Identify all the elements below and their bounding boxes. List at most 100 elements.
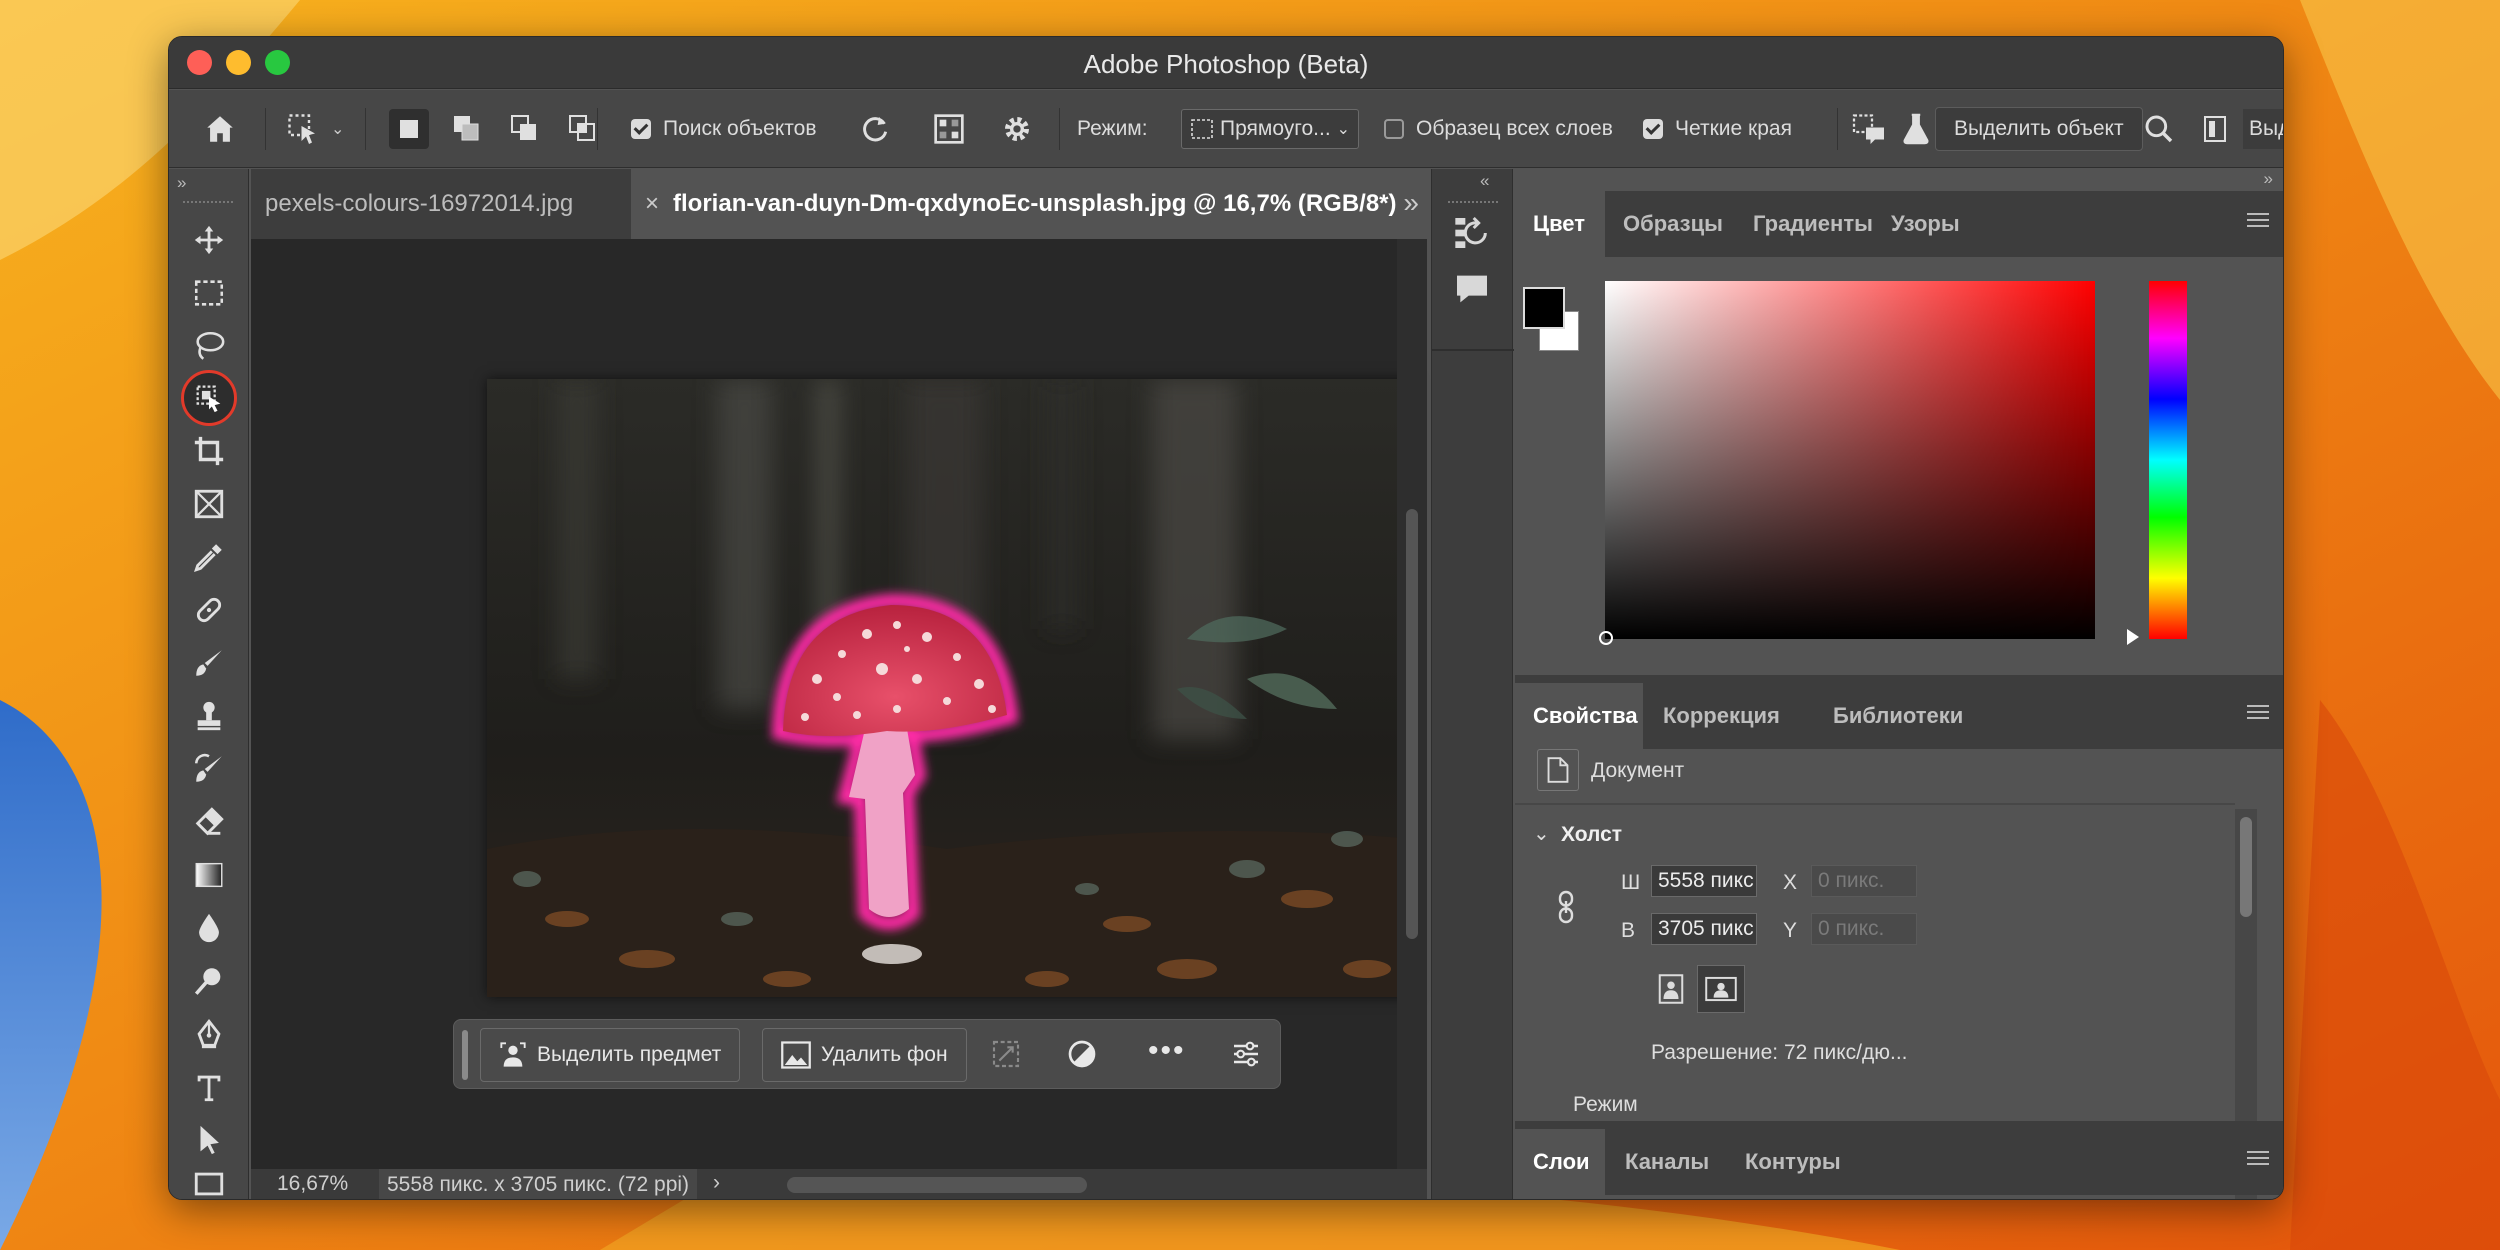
tab-layers[interactable]: Слои (1515, 1129, 1605, 1195)
add-selection-icon (454, 116, 479, 141)
hue-slider-arrow-icon[interactable] (2127, 629, 2139, 645)
healing-brush-tool[interactable] (179, 585, 239, 635)
tab-patterns[interactable]: Узоры (1873, 191, 1978, 257)
panel-menu-icon[interactable] (2247, 213, 2269, 231)
hue-slider[interactable] (2149, 281, 2187, 639)
scroll-thumb[interactable] (2240, 817, 2252, 917)
brush-tool[interactable] (179, 638, 239, 688)
height-label: В (1621, 919, 1636, 942)
marquee-tool[interactable] (179, 268, 239, 318)
remove-background-button[interactable]: Удалить фон (762, 1028, 967, 1082)
contextual-task-bar: Выделить предмет Удалить фон ••• (453, 1019, 1281, 1089)
tab-document-2[interactable]: × florian-van-duyn-Dm-qxdynoEc-unsplash.… (631, 169, 1427, 239)
portrait-orientation-button[interactable] (1651, 969, 1691, 1009)
tab-paths[interactable]: Контуры (1727, 1129, 1859, 1195)
eyedropper-tool[interactable] (179, 532, 239, 582)
scroll-thumb[interactable] (1406, 509, 1418, 939)
select-object-button[interactable]: Выделить объект (1935, 107, 2143, 151)
eraser-tool[interactable] (179, 797, 239, 847)
crop-tool[interactable] (179, 426, 239, 476)
drag-handle[interactable] (462, 1030, 468, 1080)
search-button[interactable] (2143, 90, 2175, 168)
sample-all-layers-toggle[interactable]: Образец всех слоев (1384, 90, 1613, 168)
show-all-objects-button[interactable] (933, 90, 965, 168)
beta-labs-button[interactable] (1899, 90, 1933, 168)
expand-panels-icon[interactable]: » (2264, 169, 2273, 189)
object-finder-toggle[interactable]: Поиск объектов (631, 90, 816, 168)
close-tab-icon[interactable]: × (645, 190, 659, 218)
foreground-color-swatch[interactable] (1523, 287, 1565, 329)
more-options-icon[interactable]: ••• (1148, 1034, 1186, 1068)
select-subject-label: Выделить предмет (537, 1043, 722, 1066)
collapse-tools-icon[interactable]: » (177, 173, 186, 193)
tab-color[interactable]: Цвет (1515, 191, 1605, 257)
tab-properties[interactable]: Свойства (1515, 683, 1643, 749)
comments-panel-button[interactable] (1452, 269, 1492, 314)
tab-adjustments[interactable]: Коррекция (1645, 683, 1798, 749)
document-image[interactable] (487, 379, 1415, 997)
transform-selection-icon[interactable] (990, 1038, 1022, 1075)
dodge-tool[interactable] (179, 956, 239, 1006)
object-selection-tool[interactable] (179, 370, 239, 426)
new-selection-button[interactable] (389, 109, 429, 149)
subtract-from-selection-button[interactable] (505, 109, 545, 149)
horizontal-scrollbar[interactable] (787, 1177, 1087, 1193)
sample-all-layers-checkbox[interactable] (1384, 119, 1404, 139)
mode-label: Режим: (1077, 117, 1148, 140)
invert-selection-icon[interactable] (1066, 1038, 1098, 1075)
feedback-button[interactable] (1851, 90, 1887, 168)
object-finder-checkbox[interactable] (631, 119, 651, 139)
panel-menu-icon[interactable] (2247, 705, 2269, 723)
hard-edge-checkbox[interactable] (1643, 119, 1663, 139)
pen-tool[interactable] (179, 1009, 239, 1059)
mushroom-photo (487, 379, 1415, 997)
workspace-button[interactable]: Выд (2203, 90, 2283, 168)
width-label: Ш (1621, 871, 1641, 894)
height-field[interactable]: 3705 пикс (1651, 913, 1757, 945)
search-icon (2145, 115, 2173, 143)
path-selection-tool[interactable] (179, 1115, 239, 1165)
rectangle-tool[interactable] (179, 1168, 239, 1199)
canvas-section-toggle[interactable]: ⌄ (1533, 821, 1550, 846)
history-panel-button[interactable] (1452, 213, 1492, 258)
home-button[interactable] (203, 90, 237, 168)
tab-channels[interactable]: Каналы (1607, 1129, 1727, 1195)
color-picker-handle[interactable] (1599, 631, 1613, 645)
width-field[interactable]: 5558 пикс (1651, 865, 1757, 897)
lasso-tool[interactable] (179, 321, 239, 371)
type-tool[interactable] (179, 1062, 239, 1112)
link-dimensions-icon[interactable] (1555, 889, 1577, 930)
panel-menu-icon[interactable] (2247, 1151, 2269, 1169)
tab-overflow-icon[interactable]: » (1403, 187, 1419, 219)
tool-preset-picker[interactable]: ⌄ (285, 90, 344, 168)
refresh-button[interactable] (859, 90, 891, 168)
tab-gradients[interactable]: Градиенты (1735, 191, 1891, 257)
gradient-tool[interactable] (179, 850, 239, 900)
tab-swatches[interactable]: Образцы (1605, 191, 1741, 257)
x-field[interactable]: 0 пикс. (1811, 865, 1917, 897)
frame-icon (194, 489, 224, 519)
vertical-scrollbar[interactable] (1397, 239, 1427, 1169)
tab-libraries[interactable]: Библиотеки (1815, 683, 1981, 749)
add-to-selection-button[interactable] (447, 109, 487, 149)
hard-edge-toggle[interactable]: Четкие края (1643, 90, 1792, 168)
color-field[interactable] (1605, 281, 2095, 639)
select-subject-button[interactable]: Выделить предмет (480, 1028, 741, 1082)
workspace-icon (2204, 116, 2226, 142)
portrait-icon (1658, 974, 1684, 1004)
pen-icon (197, 1018, 221, 1049)
settings-button[interactable] (1001, 90, 1033, 168)
y-field[interactable]: 0 пикс. (1811, 913, 1917, 945)
collapse-dock-icon[interactable]: « (1480, 171, 1489, 191)
landscape-orientation-button[interactable] (1697, 965, 1745, 1013)
blur-tool[interactable] (179, 903, 239, 953)
history-brush-tool[interactable] (179, 744, 239, 794)
tab-document-1[interactable]: pexels-colours-16972014.jpg (251, 169, 629, 239)
adjust-settings-icon[interactable] (1230, 1038, 1262, 1075)
zoom-level[interactable]: 16,67% (277, 1172, 348, 1196)
mode-dropdown[interactable]: Прямоуго... ⌄ (1181, 90, 1360, 168)
clone-stamp-tool[interactable] (179, 691, 239, 741)
move-tool[interactable] (179, 215, 239, 265)
frame-tool[interactable] (179, 479, 239, 529)
status-menu-chevron-icon[interactable]: › (713, 1171, 720, 1195)
